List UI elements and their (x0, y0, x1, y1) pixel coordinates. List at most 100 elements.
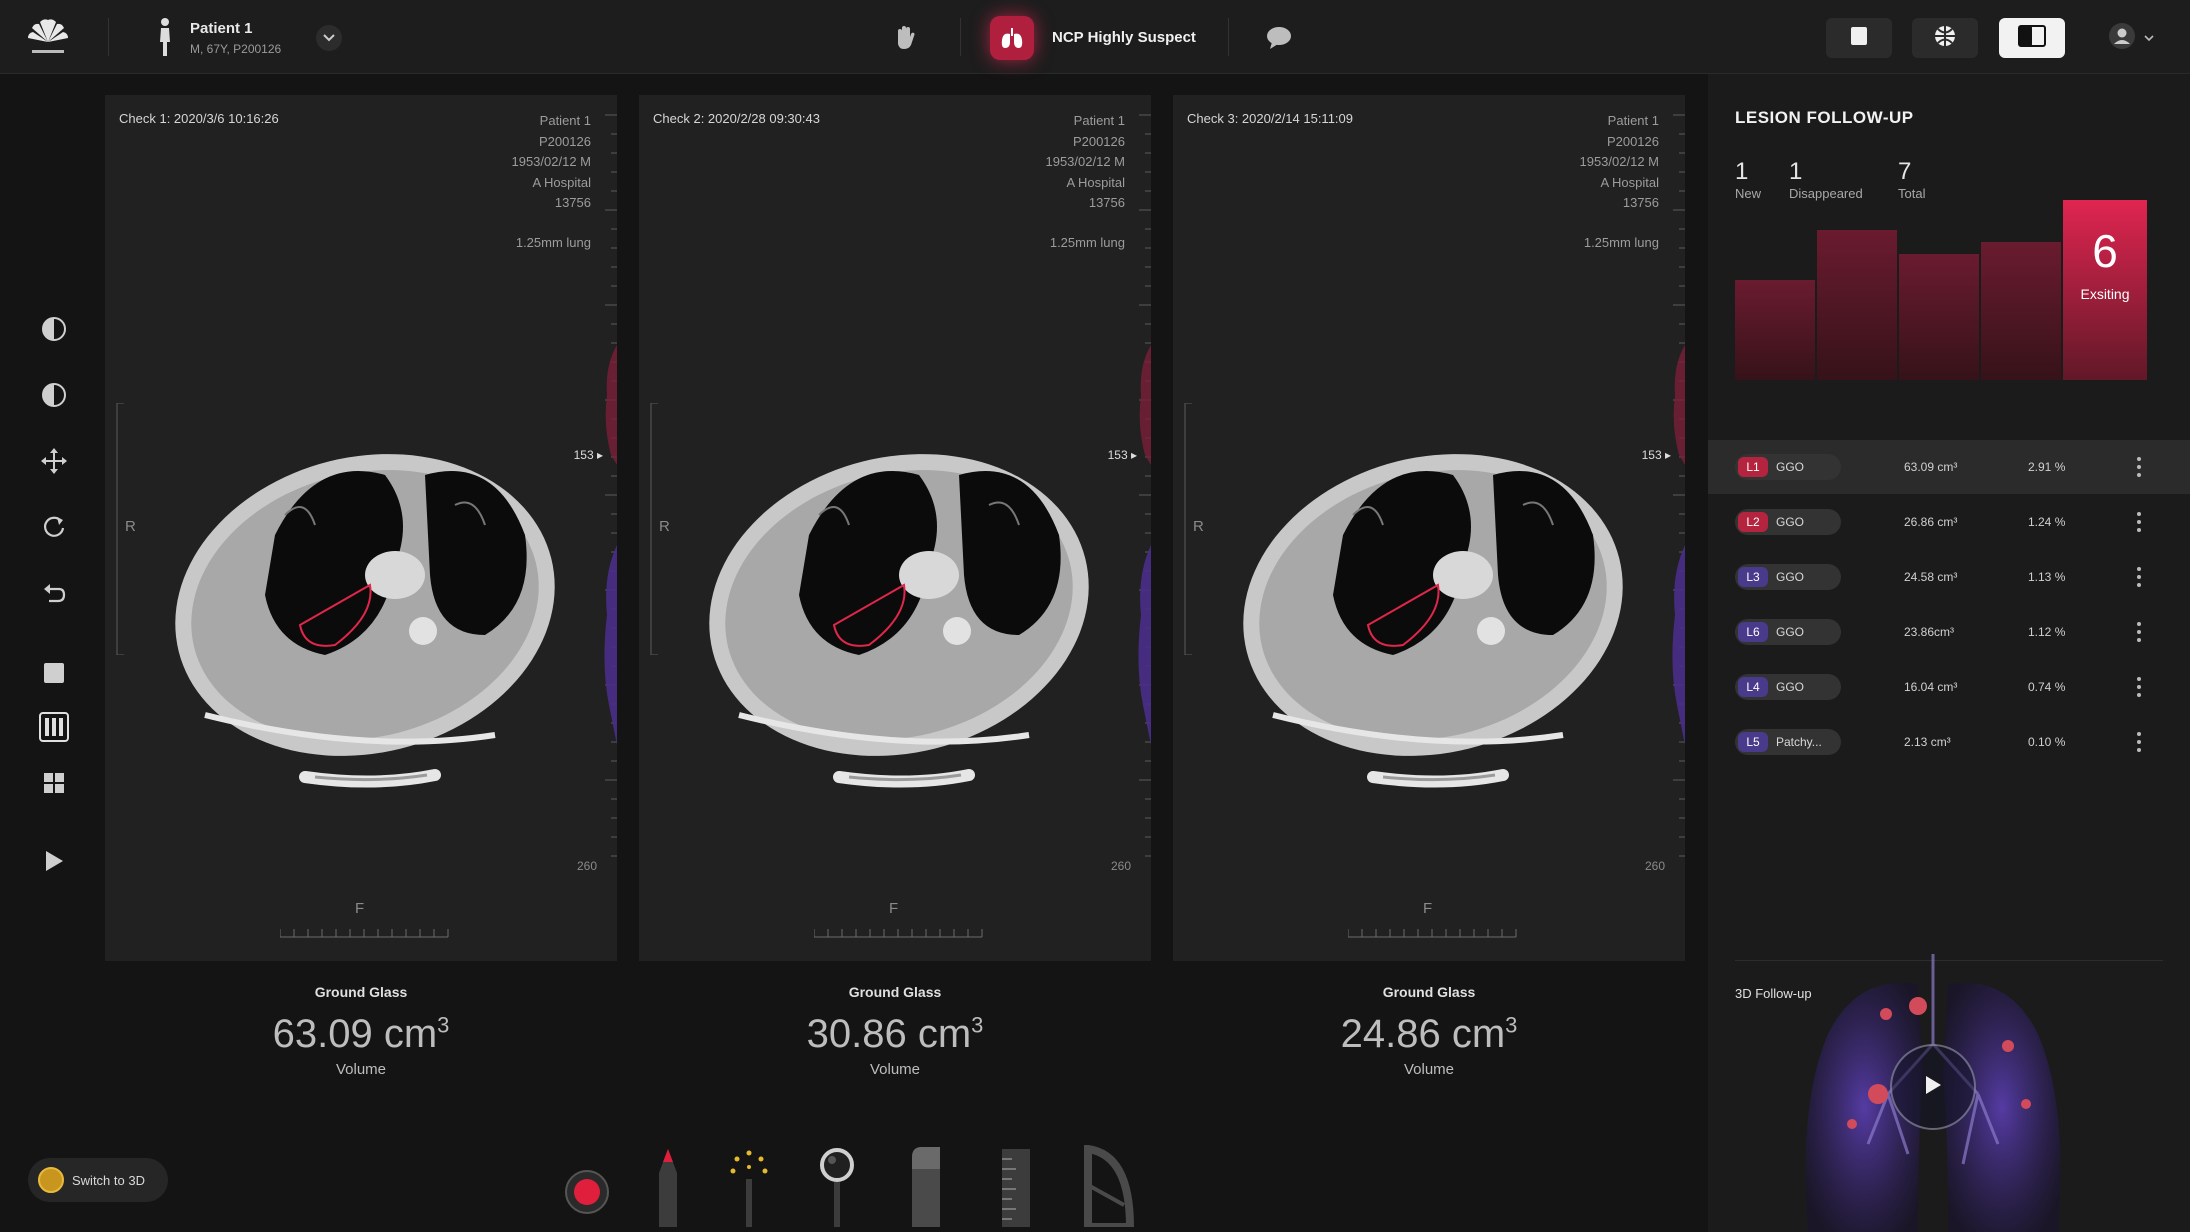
move-tool[interactable] (37, 446, 71, 480)
lesion-row[interactable]: L5 Patchy... 2.13 cm³ 0.10 % (1708, 715, 2190, 769)
lesion-tag: L3 GGO (1735, 564, 1841, 590)
lesion-tag: L2 GGO (1735, 509, 1841, 535)
metric-sublabel: Volume (869, 1061, 921, 1078)
columns-layout-tool[interactable] (37, 711, 71, 746)
single-view-icon (1850, 26, 1868, 51)
patient-dropdown-button[interactable] (316, 25, 342, 51)
horizontal-scale (1348, 929, 1517, 938)
record-icon (564, 1169, 610, 1220)
ct-viewport[interactable]: Check 3: 2020/2/14 15:11:09 Patient 1 P20… (1173, 95, 1685, 961)
total-count: 7 Total (1898, 158, 1925, 201)
viewport-info-line: 13756 (554, 195, 591, 210)
lesion-row[interactable]: L1 GGO 63.09 cm³ 2.91 % (1708, 440, 2190, 494)
existing-bar[interactable]: 6 Exsiting (2063, 200, 2147, 380)
metric-sublabel: Volume (1403, 1061, 1455, 1078)
disappeared-count-label: Disappeared (1789, 186, 1863, 201)
user-menu[interactable] (2108, 22, 2168, 54)
viewport-info-line: P200126 (1606, 133, 1659, 149)
contrast-tool[interactable] (37, 314, 71, 348)
ball-view-button[interactable] (1912, 18, 1978, 58)
lesion-row[interactable]: L2 GGO 26.86 cm³ 1.24 % (1708, 495, 2190, 549)
slice-scrollbar[interactable] (1127, 105, 1151, 865)
lesion-percent: 1.24 % (2028, 515, 2066, 529)
split-view-icon (2018, 24, 2046, 52)
lesion-id: L2 (1738, 512, 1768, 532)
more-options-icon[interactable] (2128, 562, 2150, 592)
play-icon (43, 849, 65, 878)
viewport-info-line: A Hospital (1600, 174, 1659, 190)
orientation-foot-label: F (1423, 900, 1433, 917)
more-options-icon[interactable] (2128, 617, 2150, 647)
vertical-scale (116, 403, 124, 655)
disappeared-count-value: 1 (1789, 158, 1803, 185)
chat-icon[interactable] (1264, 24, 1294, 52)
magnifier-tool[interactable] (814, 1148, 860, 1232)
viewport-check-title: Check 1: 2020/3/6 10:16:26 (119, 111, 279, 126)
ct-viewport[interactable]: Check 2: 2020/2/28 09:30:43 Patient 1 P20… (639, 95, 1151, 961)
ct-viewport[interactable]: Check 1: 2020/3/6 10:16:26 Patient 1 P200… (105, 95, 617, 961)
single-layout-tool[interactable] (37, 658, 71, 692)
more-options-icon[interactable] (2128, 727, 2150, 757)
more-options-icon[interactable] (2128, 507, 2150, 537)
viewport-info-line: A Hospital (1066, 174, 1125, 190)
hand-icon[interactable] (890, 22, 920, 52)
viewport-info-line: Patient 1 (1607, 113, 1659, 128)
metric-sublabel: Volume (335, 1061, 387, 1078)
play-tool[interactable] (37, 846, 71, 880)
record-tool[interactable] (564, 1150, 610, 1232)
eraser-tool[interactable] (906, 1147, 946, 1232)
lesion-id: L5 (1738, 732, 1768, 752)
invert-icon (41, 382, 67, 413)
more-options-icon[interactable] (2128, 672, 2150, 702)
lungs-icon[interactable] (990, 16, 1034, 60)
ct-scan-image (175, 454, 555, 788)
vertical-scale (1184, 403, 1192, 655)
play-3d-button[interactable] (1890, 1044, 1976, 1130)
switch-to-3d-button[interactable]: Switch to 3D (28, 1158, 168, 1202)
orientation-right-label: R (659, 518, 670, 535)
grid-layout-tool[interactable] (37, 768, 71, 802)
ct-scan-image (709, 454, 1089, 788)
metric-label: Ground Glass (314, 984, 408, 1000)
lesion-row[interactable]: L6 GGO 23.86cm³ 1.12 % (1708, 605, 2190, 659)
lesion-row[interactable]: L3 GGO 24.58 cm³ 1.13 % (1708, 550, 2190, 604)
ruler-tool[interactable] (996, 1149, 1036, 1232)
lesion-tag: L1 GGO (1735, 454, 1841, 480)
patient-name: Patient 1 (190, 20, 253, 37)
slice-end-label: 260 (1644, 859, 1665, 873)
viewport-patient-info: Patient 1 P200126 1953/02/12 M A Hospital 13… (1579, 111, 1659, 214)
slice-scrollbar[interactable] (1661, 105, 1685, 865)
grid-layout-icon (42, 771, 66, 800)
disappeared-count: 1 Disappeared (1789, 158, 1863, 201)
orientation-foot-label: F (355, 900, 365, 917)
total-count-value: 7 (1898, 158, 1912, 185)
horizontal-scale (814, 929, 983, 938)
top-bar: Patient 1 M, 67Y, P200126 NCP Highly Sus… (0, 0, 2190, 74)
lesion-tag: L4 GGO (1735, 674, 1841, 700)
play-icon (1923, 1074, 1943, 1101)
total-count-label: Total (1898, 186, 1926, 201)
magnifier-icon (814, 1145, 860, 1232)
single-view-button[interactable] (1826, 18, 1892, 58)
orientation-right-label: R (125, 518, 136, 535)
viewport-info-line: Patient 1 (539, 113, 591, 128)
protractor-icon (1084, 1144, 1135, 1232)
lesion-row[interactable]: L4 GGO 16.04 cm³ 0.74 % (1708, 660, 2190, 714)
rotate-tool[interactable] (37, 512, 71, 546)
lesion-percent: 0.74 % (2028, 680, 2066, 694)
invert-tool[interactable] (37, 380, 71, 414)
slice-scrollbar[interactable] (593, 105, 617, 865)
undo-tool[interactable] (37, 578, 71, 612)
split-view-button[interactable] (1999, 18, 2065, 58)
current-slice-indicator: 153 ▸ (573, 448, 603, 462)
lesion-type: GGO (1776, 625, 1805, 639)
lesion-volume: 16.04 cm³ (1904, 680, 1958, 694)
pencil-tool[interactable] (650, 1149, 686, 1232)
magic-wand-tool[interactable] (726, 1150, 772, 1232)
lesion-bar (1817, 230, 1897, 380)
more-options-icon[interactable] (2128, 452, 2150, 482)
metric-value: 63.09 cm3 (272, 1012, 450, 1056)
viewport-info-line: 1953/02/12 M (1045, 154, 1125, 169)
protractor-tool[interactable] (1084, 1144, 1135, 1232)
metric-value: 24.86 cm3 (1340, 1012, 1518, 1056)
